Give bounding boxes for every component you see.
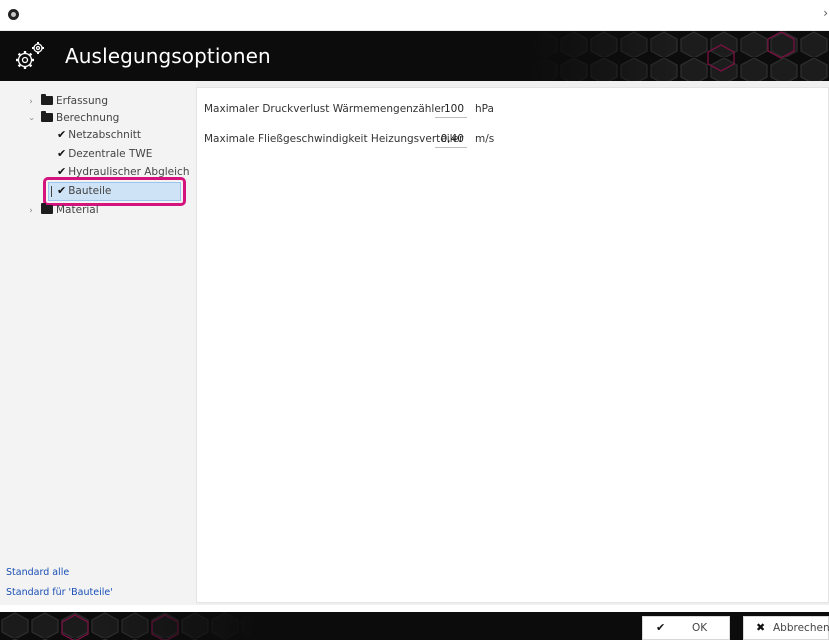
tree-item-label: Erfassung	[56, 95, 108, 107]
chevron-right-icon[interactable]: ›	[26, 97, 36, 107]
close-icon: ✖	[756, 621, 766, 634]
gears-icon	[16, 42, 44, 69]
header-banner: Auslegungsoptionen	[0, 31, 829, 81]
hexagon-pattern-icon	[0, 612, 260, 640]
tree-item-label: Material	[56, 204, 99, 216]
app-logo-icon	[8, 9, 19, 20]
standard-all-link[interactable]: Standard alle	[6, 567, 69, 578]
settings-content: Maximaler Druckverlust Wärmemengenzähler…	[196, 87, 829, 603]
settings-panel: Maximaler Druckverlust Wärmemengenzähler…	[196, 81, 829, 605]
folder-icon	[41, 203, 53, 214]
ok-button-label: OK	[692, 622, 708, 634]
tree-item-label: Dezentrale TWE	[68, 148, 153, 160]
tree-item-erfassung[interactable]: Erfassung	[41, 93, 108, 109]
unit-label: m/s	[475, 133, 495, 145]
unit-label: hPa	[475, 103, 494, 115]
ok-button[interactable]: ✔ OK	[642, 616, 730, 640]
close-icon[interactable]: ›	[823, 6, 828, 20]
tree-item-label: Netzabschnitt	[68, 129, 141, 141]
cancel-button-label: Abbrechen	[773, 622, 829, 634]
folder-icon	[41, 94, 53, 105]
checkmark-icon: ✔	[656, 621, 666, 634]
tree-item-label: Berechnung	[56, 112, 120, 124]
page-title: Auslegungsoptionen	[65, 44, 271, 68]
tree-item-material[interactable]: Material	[41, 202, 99, 218]
max-pressure-loss-input[interactable]: 100	[435, 100, 467, 118]
checkmark-icon: ✔	[57, 147, 67, 160]
window-titlebar: ›	[0, 0, 829, 31]
chevron-right-icon[interactable]: ›	[26, 206, 36, 216]
cancel-button[interactable]: ✖ Abbrechen	[743, 616, 829, 640]
tree-item-netzabschnitt[interactable]: ✔ Netzabschnitt	[57, 127, 141, 143]
checkmark-icon: ✔	[57, 128, 67, 141]
hexagon-pattern-icon	[529, 31, 829, 81]
standard-current-link[interactable]: Standard für 'Bauteile'	[6, 587, 113, 598]
setting-label: Maximale Fließgeschwindigkeit Heizungsve…	[204, 133, 464, 145]
folder-open-icon	[41, 111, 53, 122]
max-flow-velocity-input[interactable]: 0,40	[435, 130, 467, 148]
tree-item-berechnung[interactable]: Berechnung	[41, 110, 119, 126]
chevron-down-icon[interactable]: ›	[26, 114, 36, 124]
tree-item-dezentrale-twe[interactable]: ✔ Dezentrale TWE	[57, 146, 152, 162]
setting-label: Maximaler Druckverlust Wärmemengenzähler	[204, 103, 446, 115]
